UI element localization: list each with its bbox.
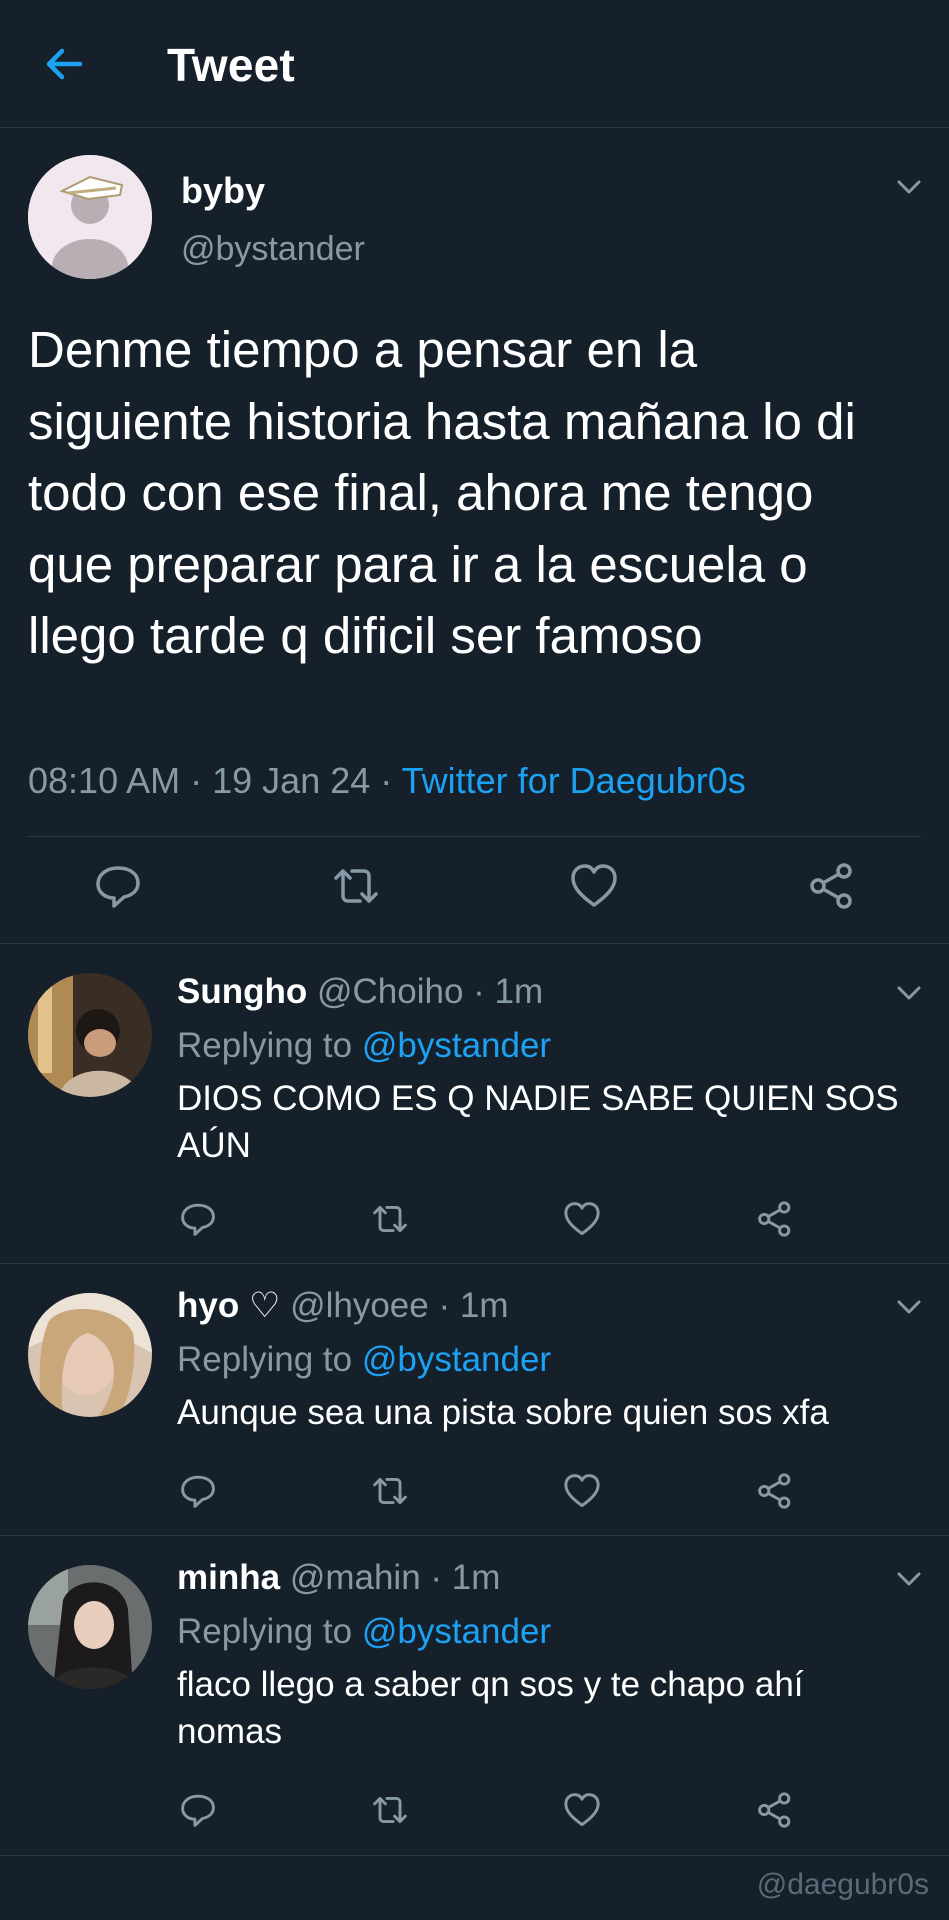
reply-author-handle[interactable]: @lhyoee [290, 1286, 429, 1325]
reply-text: Aunque sea una pista sobre quien sos xfa [177, 1393, 829, 1432]
replying-to: Replying to @bystander [177, 1612, 551, 1652]
reply-header: minha @mahin · 1m [177, 1558, 500, 1598]
replying-to-label: Replying to [177, 1026, 353, 1065]
reply-author-handle[interactable]: @Choiho [317, 972, 463, 1011]
like-button[interactable] [562, 1471, 602, 1511]
heart-icon [564, 1793, 600, 1827]
reply-icon [96, 866, 140, 908]
reply-button[interactable] [178, 1790, 218, 1830]
default-avatar-icon [28, 155, 152, 279]
reply-time: · 1m [473, 972, 544, 1011]
more-options-button[interactable] [892, 170, 926, 204]
replying-to-label: Replying to [177, 1612, 353, 1651]
retweet-icon [334, 869, 378, 903]
arrow-left-icon [46, 48, 83, 80]
reply-button[interactable] [178, 1471, 218, 1511]
retweet-button[interactable] [370, 1790, 410, 1830]
mention-link[interactable]: @bystander [362, 1026, 551, 1065]
user-photo-icon [28, 973, 152, 1097]
reply-icon [181, 1475, 215, 1508]
reply-button[interactable] [178, 1199, 218, 1239]
share-button[interactable] [755, 1199, 795, 1239]
mention-link[interactable]: @bystander [362, 1340, 551, 1379]
avatar[interactable] [28, 1565, 152, 1689]
tweet-time: 08:10 AM [28, 760, 181, 801]
reply-tweet[interactable]: Sungho @Choiho · 1m Replying to @bystand… [0, 944, 949, 1264]
top-bar: Tweet [0, 0, 949, 128]
reply-time: · 1m [430, 1558, 501, 1597]
reply-header: hyo ♡ @lhyoee · 1m [177, 1286, 508, 1326]
avatar[interactable] [28, 155, 152, 279]
page-title: Tweet [167, 39, 295, 91]
replying-to: Replying to @bystander [177, 1026, 551, 1066]
replying-to-label: Replying to [177, 1340, 353, 1379]
chevron-down-icon [897, 1300, 921, 1314]
meta-separator: · [190, 760, 203, 801]
share-icon [758, 1473, 791, 1509]
reply-icon [181, 1203, 215, 1236]
main-tweet: byby @bystander Denme tiempo a pensar en… [0, 128, 949, 944]
retweet-button[interactable] [370, 1199, 410, 1239]
like-button[interactable] [562, 1199, 602, 1239]
like-button[interactable] [562, 1790, 602, 1830]
chevron-down-icon [897, 986, 921, 1000]
reply-author-name[interactable]: Sungho [177, 972, 307, 1011]
replying-to: Replying to @bystander [177, 1340, 551, 1380]
retweet-button[interactable] [370, 1471, 410, 1511]
reply-text: flaco llego a saber qn sos y te chapo ah… [177, 1665, 804, 1751]
reply-text: DIOS COMO ES Q NADIE SABE QUIEN SOS AÚN [177, 1079, 899, 1165]
like-button[interactable] [568, 860, 620, 912]
retweet-icon [373, 1797, 407, 1823]
share-icon [810, 863, 852, 909]
more-options-button[interactable] [892, 1562, 926, 1596]
chevron-down-icon [897, 1572, 921, 1586]
meta-separator: · [380, 760, 393, 801]
more-options-button[interactable] [892, 976, 926, 1010]
author-handle[interactable]: @bystander [181, 230, 365, 269]
retweet-button[interactable] [330, 860, 382, 912]
retweet-icon [373, 1206, 407, 1232]
retweet-icon [373, 1478, 407, 1504]
heart-icon [564, 1202, 600, 1236]
more-options-button[interactable] [892, 1290, 926, 1324]
reply-author-handle[interactable]: @mahin [290, 1558, 421, 1597]
share-button[interactable] [755, 1471, 795, 1511]
user-photo-icon [28, 1565, 152, 1689]
tweet-meta: 08:10 AM · 19 Jan 24 · Twitter for Daegu… [28, 760, 746, 802]
share-button[interactable] [755, 1790, 795, 1830]
divider [28, 836, 921, 837]
back-button[interactable] [40, 40, 88, 88]
reply-author-name[interactable]: hyo ♡ [177, 1286, 280, 1325]
avatar[interactable] [28, 1293, 152, 1417]
reply-time: · 1m [438, 1286, 509, 1325]
reply-tweet[interactable]: hyo ♡ @lhyoee · 1m Replying to @bystande… [0, 1264, 949, 1536]
avatar[interactable] [28, 973, 152, 1097]
chevron-down-icon [897, 180, 921, 194]
reply-icon [181, 1794, 215, 1827]
mention-link[interactable]: @bystander [362, 1612, 551, 1651]
tweet-text: Denme tiempo a pensar en la siguiente hi… [28, 321, 856, 664]
reply-button[interactable] [92, 860, 144, 912]
author-name[interactable]: byby [181, 170, 265, 212]
user-photo-icon [28, 1293, 152, 1417]
reply-author-name[interactable]: minha [177, 1558, 280, 1597]
reply-tweet[interactable]: minha @mahin · 1m Replying to @bystander… [0, 1536, 949, 1856]
tweet-detail-page: Tweet byby @bystander Denme tiempo a pen… [0, 0, 949, 1920]
tweet-date: 19 Jan 24 [212, 760, 371, 801]
watermark: @daegubr0s [756, 1868, 929, 1901]
share-icon [758, 1792, 791, 1828]
heart-icon [564, 1474, 600, 1508]
reply-header: Sungho @Choiho · 1m [177, 972, 543, 1012]
heart-icon [571, 864, 617, 907]
tweet-source-link[interactable]: Twitter for Daegubr0s [402, 760, 746, 801]
share-icon [758, 1201, 791, 1237]
share-button[interactable] [806, 860, 858, 912]
